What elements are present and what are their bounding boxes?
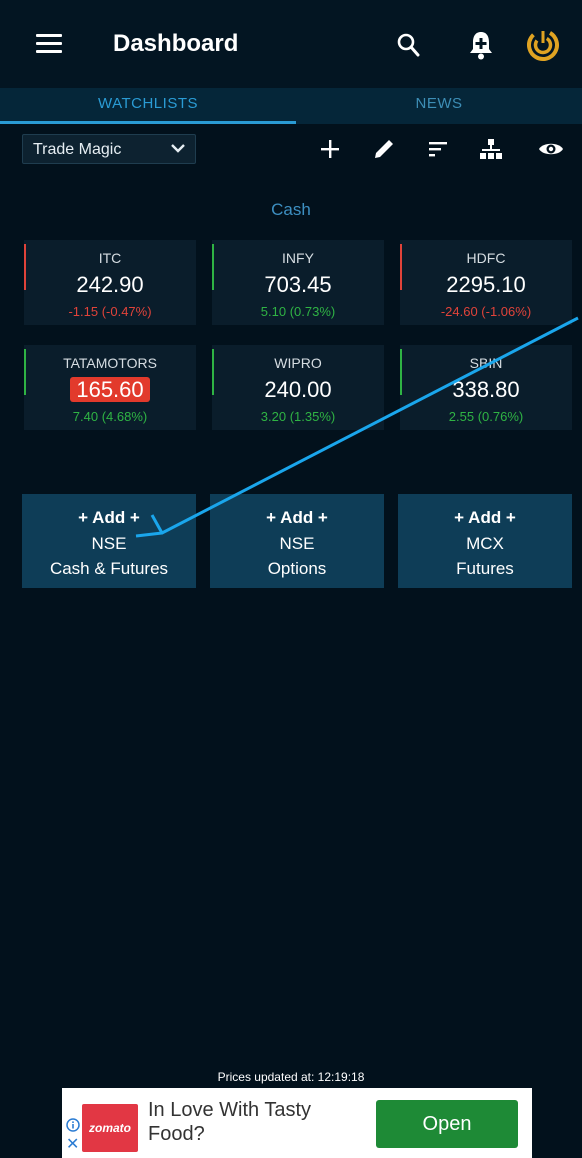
- add-nse-cash-futures-button[interactable]: + Add + NSE Cash & Futures: [22, 494, 196, 588]
- ad-banner[interactable]: ✕ zomato In Love With Tasty Food? Open: [62, 1088, 532, 1158]
- hamburger-icon[interactable]: [36, 34, 62, 54]
- add-label: + Add +: [78, 508, 140, 527]
- stock-symbol: TATAMOTORS: [63, 355, 157, 371]
- search-icon[interactable]: [396, 32, 420, 58]
- close-icon[interactable]: ✕: [66, 1137, 79, 1153]
- segment-label: Futures: [456, 559, 514, 578]
- add-label: + Add +: [454, 508, 516, 527]
- ad-open-button[interactable]: Open: [376, 1100, 518, 1148]
- plus-icon[interactable]: [317, 136, 343, 162]
- watchlist-select-value: Trade Magic: [33, 141, 122, 158]
- ad-text: In Love With Tasty Food?: [148, 1099, 312, 1145]
- chevron-down-icon: [171, 144, 185, 153]
- add-mcx-futures-button[interactable]: + Add + MCX Futures: [398, 494, 572, 588]
- segment-label: Options: [267, 559, 327, 578]
- stock-price: 242.90: [76, 272, 144, 297]
- exchange-label: NSE: [279, 534, 315, 553]
- bell-plus-icon[interactable]: [468, 30, 494, 60]
- stock-change: -24.60 (-1.06%): [440, 304, 532, 319]
- tab-watchlists[interactable]: WATCHLISTS: [0, 88, 296, 124]
- stock-card[interactable]: WIPRO 240.00 3.20 (1.35%): [212, 345, 384, 430]
- info-icon[interactable]: [66, 1118, 80, 1132]
- stock-symbol: INFY: [282, 250, 314, 266]
- add-nse-options-button[interactable]: + Add + NSE Options: [210, 494, 384, 588]
- stock-card[interactable]: HDFC 2295.10 -24.60 (-1.06%): [400, 240, 572, 325]
- exchange-label: NSE: [91, 534, 127, 553]
- stock-price: 2295.10: [446, 272, 526, 297]
- stock-change: -1.15 (-0.47%): [68, 304, 152, 319]
- exchange-label: MCX: [466, 534, 504, 553]
- tab-bar: WATCHLISTS NEWS: [0, 88, 582, 124]
- stock-card[interactable]: SBIN 338.80 2.55 (0.76%): [400, 345, 572, 430]
- stock-price: 240.00: [264, 377, 332, 402]
- stock-change: 7.40 (4.68%): [72, 409, 148, 424]
- stock-card[interactable]: TATAMOTORS 165.60 7.40 (4.68%): [24, 345, 196, 430]
- stock-price: 703.45: [264, 272, 332, 297]
- stock-symbol: HDFC: [466, 250, 506, 266]
- sort-icon[interactable]: [425, 136, 451, 162]
- segment-label: Cash & Futures: [49, 559, 169, 578]
- stock-price: 338.80: [452, 377, 520, 402]
- zomato-logo: zomato: [82, 1104, 138, 1152]
- stock-card[interactable]: INFY 703.45 5.10 (0.73%): [212, 240, 384, 325]
- page-title: Dashboard: [113, 30, 239, 57]
- watchlist-select[interactable]: Trade Magic: [22, 134, 196, 164]
- stock-price: 165.60: [24, 377, 196, 403]
- tab-news[interactable]: NEWS: [296, 88, 582, 124]
- stock-change: 2.55 (0.76%): [448, 409, 524, 424]
- price-highlight: 165.60: [70, 377, 150, 402]
- stock-symbol: WIPRO: [274, 355, 322, 371]
- stock-card[interactable]: ITC 242.90 -1.15 (-0.47%): [24, 240, 196, 325]
- watchlist-toolbar: Trade Magic: [0, 124, 582, 172]
- stock-change: 3.20 (1.35%): [260, 409, 336, 424]
- app-bar: Dashboard: [0, 0, 582, 88]
- hierarchy-icon[interactable]: [478, 136, 504, 162]
- stock-change: 5.10 (0.73%): [260, 304, 336, 319]
- pencil-icon[interactable]: [371, 136, 397, 162]
- stock-symbol: SBIN: [469, 355, 503, 371]
- section-title: Cash: [271, 200, 311, 219]
- eye-icon[interactable]: [538, 136, 564, 162]
- prices-updated-status: Prices updated at: 12:19:18: [0, 1070, 582, 1088]
- stock-symbol: ITC: [98, 250, 122, 266]
- brand-logo[interactable]: [526, 28, 560, 62]
- add-label: + Add +: [266, 508, 328, 527]
